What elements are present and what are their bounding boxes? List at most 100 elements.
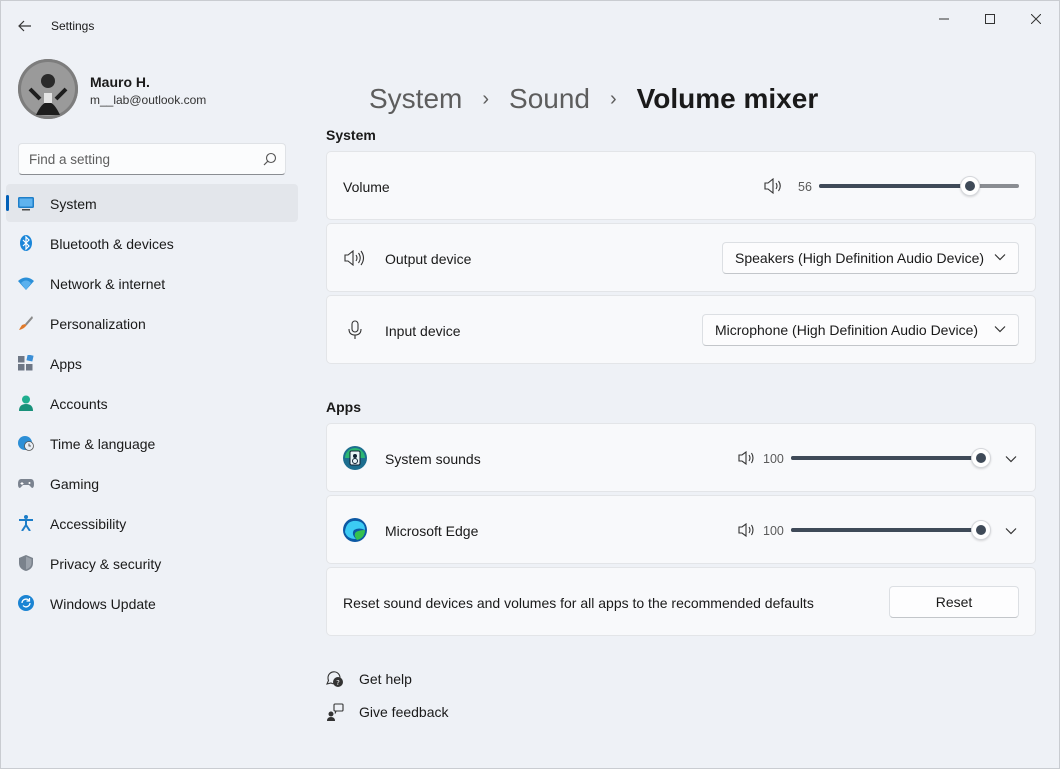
slider-thumb[interactable] (960, 176, 980, 196)
sidebar-item-accessibility[interactable]: Accessibility (6, 504, 298, 542)
avatar-image (18, 59, 78, 119)
accessibility-icon (19, 515, 33, 531)
speaker-icon (738, 523, 754, 537)
input-device-value: Microphone (High Definition Audio Device… (715, 322, 979, 338)
sidebar-item-windows-update[interactable]: Windows Update (6, 584, 298, 622)
person-icon (19, 395, 33, 411)
maximize-icon (985, 14, 995, 24)
app-row-microsoft-edge: Microsoft Edge 100 (326, 495, 1036, 564)
system-sounds-icon (343, 446, 367, 470)
sidebar-item-label: Bluetooth & devices (50, 236, 174, 252)
app-volume-slider[interactable] (791, 518, 991, 542)
give-feedback-label: Give feedback (359, 704, 449, 720)
maximize-button[interactable] (967, 7, 1013, 31)
output-device-card: Output device Speakers (High Definition … (326, 223, 1036, 292)
get-help-label: Get help (359, 671, 412, 687)
sidebar-item-label: Network & internet (50, 276, 166, 292)
minimize-button[interactable] (921, 7, 967, 31)
slider-fill (791, 528, 981, 532)
shield-icon (19, 555, 33, 571)
input-device-card: Input device Microphone (High Definition… (326, 295, 1036, 364)
chevron-down-icon (994, 326, 1006, 333)
output-device-label: Output device (385, 251, 472, 267)
wifi-icon (18, 277, 34, 290)
user-name: Mauro H. (90, 74, 150, 90)
chevron-right-icon: › (482, 87, 490, 110)
speaker-icon (344, 250, 365, 266)
minimize-icon (939, 18, 949, 20)
breadcrumb-sound[interactable]: Sound (509, 83, 590, 115)
app-name: System sounds (385, 451, 481, 467)
get-help-link[interactable]: ? Get help (326, 669, 412, 689)
slider-thumb[interactable] (971, 520, 991, 540)
sidebar-item-time-language[interactable]: Time & language (6, 424, 298, 462)
speaker-icon (738, 451, 754, 465)
search-input[interactable]: Find a setting (18, 143, 286, 175)
section-title-system: System (326, 127, 376, 143)
sidebar-item-system[interactable]: System (6, 184, 298, 222)
output-device-select[interactable]: Speakers (High Definition Audio Device) (722, 242, 1019, 274)
sidebar-item-label: Gaming (50, 476, 100, 492)
give-feedback-link[interactable]: Give feedback (326, 702, 449, 722)
app-name: Microsoft Edge (385, 523, 479, 539)
back-arrow-icon (18, 20, 31, 32)
output-device-value: Speakers (High Definition Audio Device) (735, 250, 985, 266)
help-icon: ? (326, 671, 343, 687)
sidebar-item-label: Time & language (50, 436, 156, 452)
app-row-system-sounds: System sounds 100 (326, 423, 1036, 492)
feedback-icon (327, 703, 344, 721)
sidebar-item-privacy[interactable]: Privacy & security (6, 544, 298, 582)
title-bar: Settings (1, 1, 1059, 49)
globe-clock-icon (18, 436, 34, 451)
chevron-down-icon (994, 254, 1006, 261)
sidebar-item-label: Apps (50, 356, 82, 372)
sidebar-item-apps[interactable]: Apps (6, 344, 298, 382)
app-volume-slider[interactable] (791, 446, 991, 470)
back-button[interactable] (13, 15, 37, 37)
sidebar-item-label: Privacy & security (50, 556, 162, 572)
bluetooth-icon (20, 235, 32, 251)
sidebar-nav: System Bluetooth & devices Network & int… (6, 184, 298, 624)
search-placeholder: Find a setting (29, 152, 111, 167)
user-email: m__lab@outlook.com (90, 93, 207, 107)
reset-description: Reset sound devices and volumes for all … (343, 595, 814, 611)
app-title: Settings (51, 19, 95, 33)
volume-label: Volume (343, 179, 390, 195)
system-icon (18, 197, 34, 211)
sidebar-item-label: Windows Update (50, 596, 156, 612)
sidebar-item-accounts[interactable]: Accounts (6, 384, 298, 422)
avatar[interactable] (18, 59, 78, 119)
close-icon (1031, 14, 1041, 24)
speaker-icon (764, 178, 781, 194)
sidebar-item-bluetooth[interactable]: Bluetooth & devices (6, 224, 298, 262)
slider-thumb[interactable] (971, 448, 991, 468)
app-volume-value: 100 (763, 452, 784, 466)
close-button[interactable] (1013, 7, 1059, 31)
volume-card: Volume 56 (326, 151, 1036, 220)
settings-window: Settings Mauro H. m__lab@outlook.com Fin… (0, 0, 1060, 769)
sidebar-item-label: Personalization (50, 316, 146, 332)
chevron-down-icon[interactable] (1005, 455, 1017, 463)
sidebar-item-label: System (50, 196, 97, 212)
sidebar-item-network[interactable]: Network & internet (6, 264, 298, 302)
apps-icon (18, 355, 34, 371)
sidebar-item-gaming[interactable]: Gaming (6, 464, 298, 502)
breadcrumb-system[interactable]: System (369, 83, 462, 115)
microphone-icon (348, 320, 362, 339)
app-volume-value: 100 (763, 524, 784, 538)
svg-text:?: ? (336, 679, 340, 687)
chevron-down-icon[interactable] (1005, 527, 1017, 535)
update-icon (18, 595, 34, 611)
breadcrumb: System › Sound › Volume mixer (369, 81, 818, 117)
reset-button[interactable]: Reset (889, 586, 1019, 618)
sidebar-item-label: Accounts (50, 396, 108, 412)
input-device-select[interactable]: Microphone (High Definition Audio Device… (702, 314, 1019, 346)
sidebar-item-personalization[interactable]: Personalization (6, 304, 298, 342)
slider-fill (819, 184, 970, 188)
sidebar-item-label: Accessibility (50, 516, 127, 532)
input-device-label: Input device (385, 323, 461, 339)
page-title: Volume mixer (636, 83, 819, 114)
reset-card: Reset sound devices and volumes for all … (326, 567, 1036, 636)
controller-icon (18, 479, 34, 488)
volume-slider[interactable] (819, 174, 1019, 198)
